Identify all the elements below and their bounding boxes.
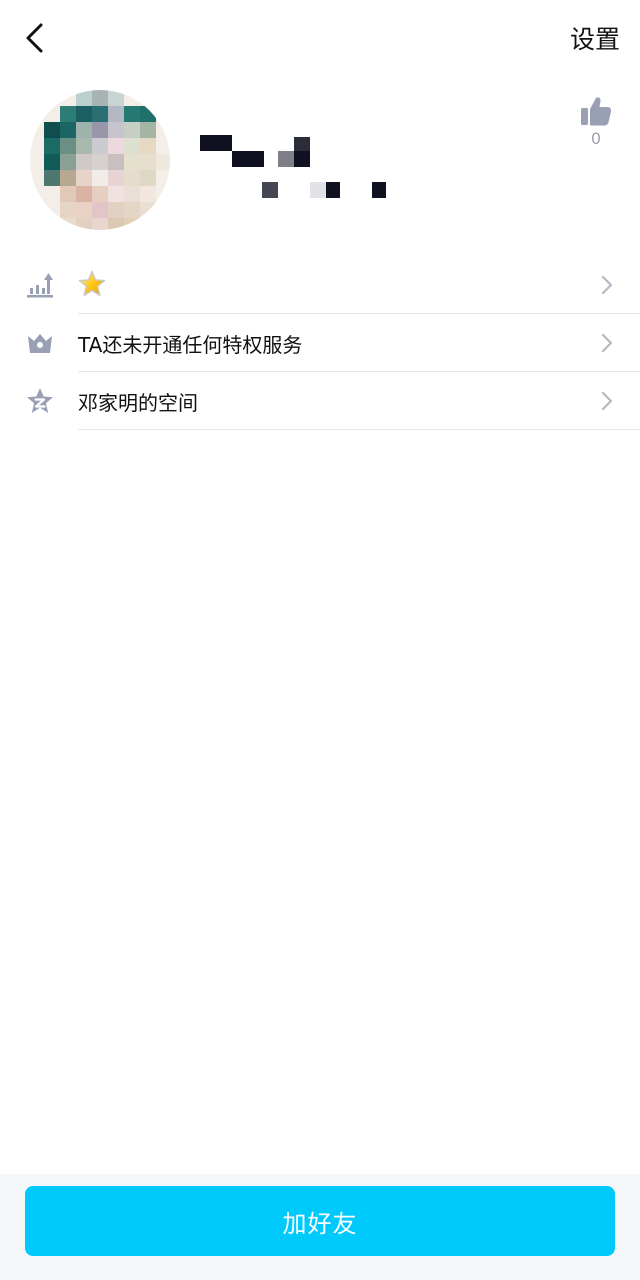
add-friend-label: 加好友: [282, 1209, 358, 1238]
thumbs-up-icon: [581, 97, 612, 126]
star-icon: [78, 270, 106, 297]
level-star-badge: [78, 270, 106, 303]
avatar[interactable]: [30, 90, 170, 230]
chevron-right-icon: [601, 391, 613, 411]
qzone-star-icon: [26, 387, 54, 415]
add-friend-button[interactable]: 加好友: [25, 1186, 615, 1256]
privilege-label: TA还未开通任何特权服务: [78, 332, 303, 357]
back-button[interactable]: [14, 18, 54, 58]
crown-icon: [26, 329, 54, 357]
like-count: 0: [590, 129, 602, 148]
level-up-icon: [26, 271, 54, 299]
chevron-right-icon: [601, 333, 613, 353]
nickname-pixelated: [200, 135, 400, 205]
profile-menu: TA还未开通任何特权服务 邓家明的空间: [0, 256, 640, 430]
profile-screen: 设置 0 TA还未开通任何特权服务 邓家明的空间 加好友: [0, 0, 640, 1280]
chevron-left-icon: [26, 23, 43, 53]
menu-item-qzone[interactable]: 邓家明的空间: [0, 372, 640, 430]
bottom-action-bar: 加好友: [0, 1174, 640, 1280]
settings-button[interactable]: 设置: [570, 18, 620, 58]
menu-item-level[interactable]: [0, 256, 640, 314]
qzone-label: 邓家明的空间: [78, 390, 198, 415]
chevron-right-icon: [601, 275, 613, 295]
settings-label: 设置: [569, 25, 620, 54]
like-button[interactable]: 0: [576, 95, 616, 148]
menu-item-privilege[interactable]: TA还未开通任何特权服务: [0, 314, 640, 372]
divider: [78, 429, 640, 430]
